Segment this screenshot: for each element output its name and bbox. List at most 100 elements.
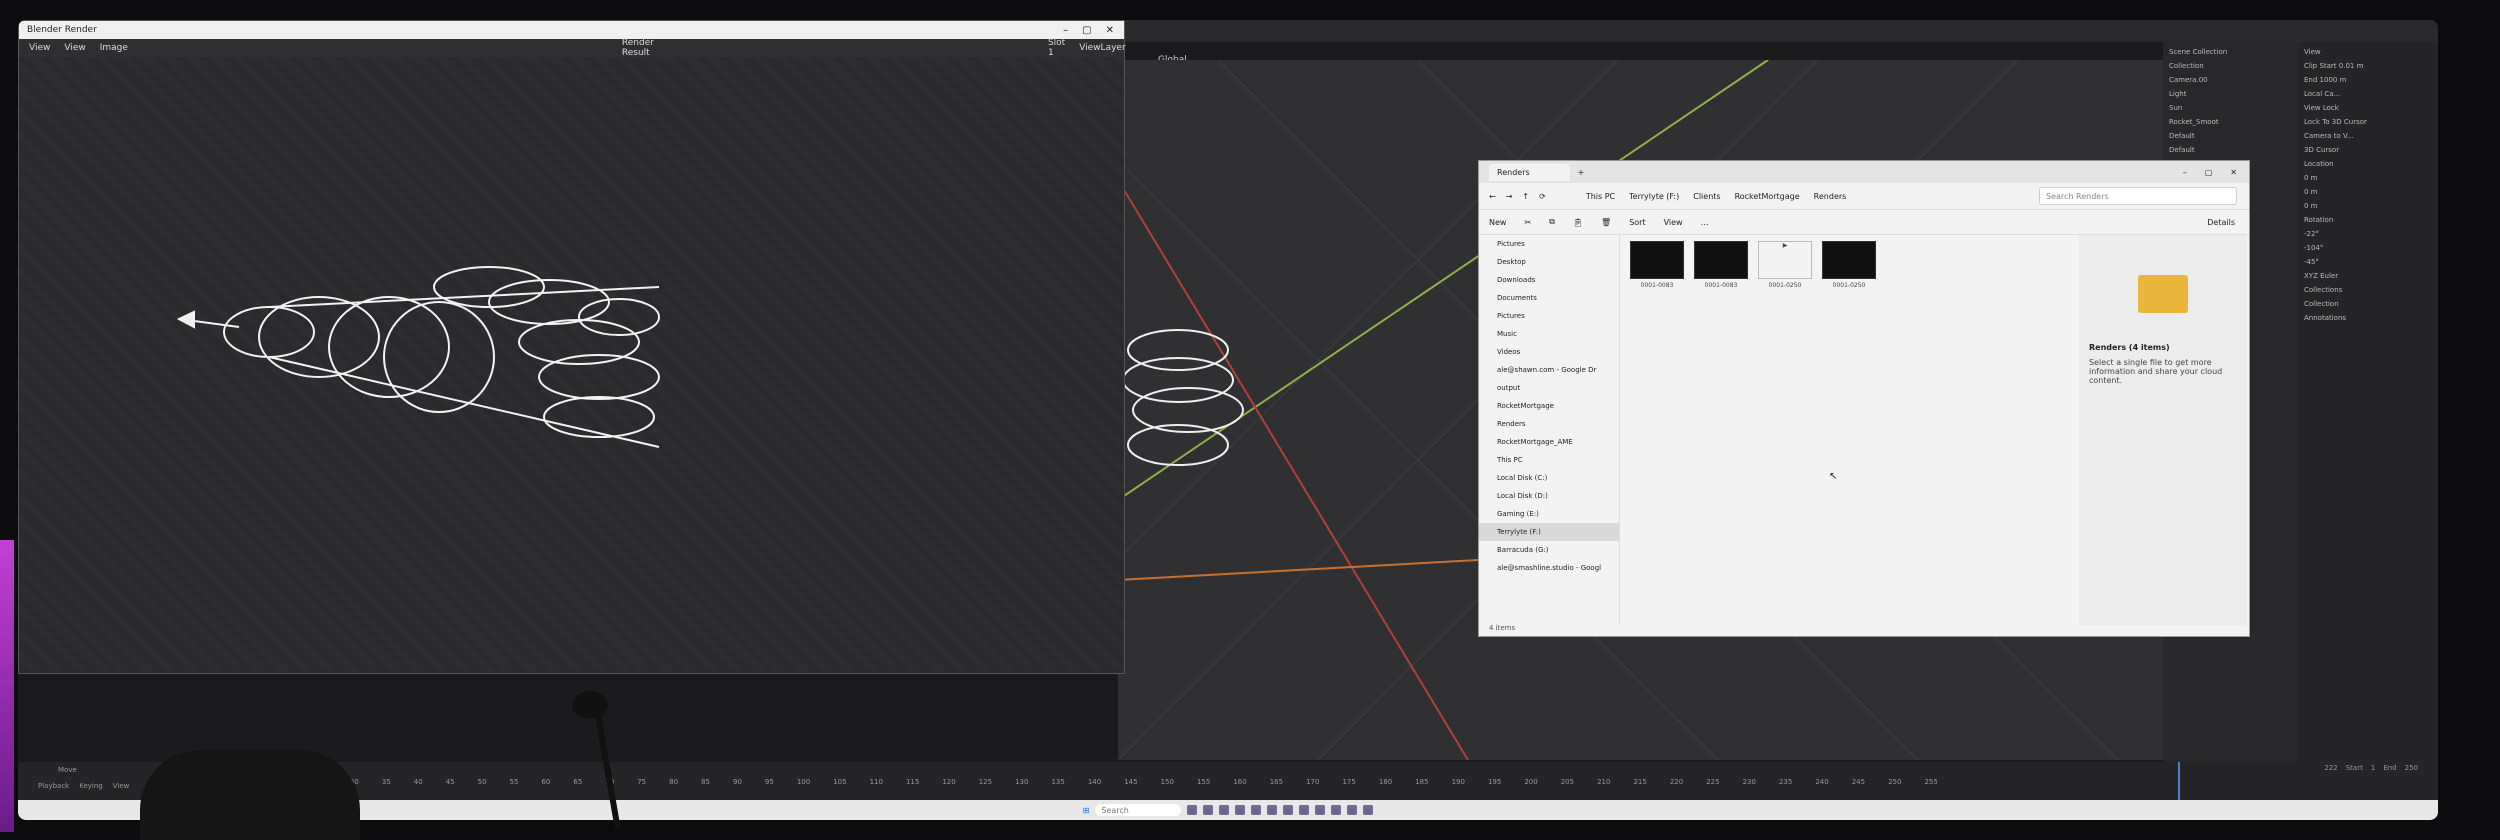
outliner-item[interactable]: Default xyxy=(2169,146,2292,154)
section-annotations[interactable]: Annotations xyxy=(2304,314,2432,322)
back-icon[interactable]: ← xyxy=(1489,192,1496,201)
minimize-icon[interactable]: – xyxy=(2183,168,2187,177)
clip-end-row[interactable]: End 1000 m xyxy=(2304,76,2432,84)
file-item[interactable]: 0001-0083 xyxy=(1629,241,1685,289)
camera-to-view[interactable]: Camera to V... xyxy=(2304,132,2432,140)
file-item[interactable]: 0001-0250 xyxy=(1821,241,1877,289)
app-icon[interactable] xyxy=(1347,805,1358,815)
nav-item[interactable]: ale@smashline.studio - Googl xyxy=(1479,559,1619,577)
taskbar-search[interactable]: Search xyxy=(1095,804,1182,816)
refresh-icon[interactable]: ⟳ xyxy=(1539,192,1546,201)
forward-icon[interactable]: → xyxy=(1506,192,1513,201)
new-button[interactable]: New xyxy=(1489,218,1506,227)
render-result-canvas[interactable] xyxy=(19,57,1124,671)
rot-y[interactable]: -104° xyxy=(2304,244,2432,252)
section-collections[interactable]: Collections xyxy=(2304,286,2432,294)
nav-item[interactable]: Documents xyxy=(1479,289,1619,307)
maximize-icon[interactable]: ▢ xyxy=(1082,25,1091,36)
euler-select[interactable]: XYZ Euler xyxy=(2304,272,2432,280)
explorer-tab[interactable]: Renders xyxy=(1489,163,1570,181)
nav-item[interactable]: This PC xyxy=(1479,451,1619,469)
collection-row[interactable]: Collection xyxy=(2304,300,2432,308)
app-icon[interactable] xyxy=(1363,805,1374,815)
new-tab-icon[interactable]: + xyxy=(1578,168,1585,177)
more-icon[interactable]: … xyxy=(1701,218,1709,227)
copy-icon[interactable]: ⧉ xyxy=(1549,217,1555,227)
nav-item[interactable]: RocketMortgage xyxy=(1479,397,1619,415)
rot-z[interactable]: -45° xyxy=(2304,258,2432,266)
crumb[interactable]: RocketMortgage xyxy=(1735,192,1800,201)
nav-item[interactable]: Videos xyxy=(1479,343,1619,361)
minimize-icon[interactable]: – xyxy=(1063,25,1068,36)
cursor-z[interactable]: 0 m xyxy=(2304,202,2432,210)
outliner-item[interactable]: Camera.00 xyxy=(2169,76,2292,84)
nav-item[interactable]: Local Disk (D:) xyxy=(1479,487,1619,505)
app-icon[interactable] xyxy=(1251,805,1262,815)
end-frame[interactable]: 250 xyxy=(2405,764,2418,772)
app-icon[interactable] xyxy=(1235,805,1246,815)
current-frame[interactable]: 222 xyxy=(2324,764,2337,772)
delete-icon[interactable]: 🗑︎ xyxy=(1601,218,1611,227)
playhead[interactable] xyxy=(2178,762,2180,802)
menu-playback[interactable]: Playback xyxy=(38,782,69,790)
menu-view[interactable]: View xyxy=(113,782,130,790)
slot-selector[interactable]: Slot 1 xyxy=(1048,38,1065,58)
search-input[interactable]: Search Renders xyxy=(2039,187,2237,205)
outliner-item[interactable]: Default xyxy=(2169,132,2292,140)
app-icon[interactable] xyxy=(1315,805,1326,815)
sort-button[interactable]: Sort xyxy=(1629,218,1645,227)
image-selector[interactable]: Render Result xyxy=(622,38,654,58)
app-icon[interactable] xyxy=(1331,805,1342,815)
crumb[interactable]: Clients xyxy=(1693,192,1720,201)
section-view-lock[interactable]: View Lock xyxy=(2304,104,2432,112)
view-button[interactable]: View xyxy=(1664,218,1683,227)
local-camera[interactable]: Local Ca... xyxy=(2304,90,2432,98)
menu-keying[interactable]: Keying xyxy=(79,782,103,790)
close-icon[interactable]: ✕ xyxy=(2230,168,2237,177)
nav-item-selected[interactable]: Terrylyte (F:) xyxy=(1479,523,1619,541)
nav-item[interactable]: Desktop xyxy=(1479,253,1619,271)
nav-item[interactable]: Gaming (E:) xyxy=(1479,505,1619,523)
rot-x[interactable]: -22° xyxy=(2304,230,2432,238)
outliner-item[interactable]: Sun xyxy=(2169,104,2292,112)
nav-item[interactable]: RocketMortgage_AME xyxy=(1479,433,1619,451)
cut-icon[interactable]: ✂ xyxy=(1524,218,1531,227)
cursor-x[interactable]: 0 m xyxy=(2304,174,2432,182)
menu-image[interactable]: Image xyxy=(100,43,128,53)
outliner-item[interactable]: Scene Collection xyxy=(2169,48,2292,56)
nav-item[interactable]: Local Disk (C:) xyxy=(1479,469,1619,487)
app-icon[interactable] xyxy=(1203,805,1214,815)
file-item[interactable]: ▶ 0001-0250 xyxy=(1757,241,1813,289)
paste-icon[interactable]: 📋︎ xyxy=(1573,218,1583,227)
nav-item[interactable]: Downloads xyxy=(1479,271,1619,289)
outliner-item[interactable]: Collection xyxy=(2169,62,2292,70)
nav-item[interactable]: ale@shawn.com - Google Dr xyxy=(1479,361,1619,379)
nav-item[interactable]: Barracuda (G:) xyxy=(1479,541,1619,559)
close-icon[interactable]: ✕ xyxy=(1106,25,1114,36)
nav-item[interactable]: Renders xyxy=(1479,415,1619,433)
outliner-item[interactable]: Rocket_Smoot xyxy=(2169,118,2292,126)
maximize-icon[interactable]: ▢ xyxy=(2205,168,2213,177)
app-icon[interactable] xyxy=(1283,805,1294,815)
file-item[interactable]: 0001-0083 xyxy=(1693,241,1749,289)
app-icon[interactable] xyxy=(1299,805,1310,815)
nav-item[interactable]: output xyxy=(1479,379,1619,397)
start-frame[interactable]: 1 xyxy=(2371,764,2375,772)
layer-selector[interactable]: ViewLayer xyxy=(1079,43,1125,53)
nav-item[interactable]: Pictures xyxy=(1479,307,1619,325)
section-view[interactable]: View xyxy=(2304,48,2432,56)
crumb[interactable]: Renders xyxy=(1814,192,1847,201)
crumb[interactable]: This PC xyxy=(1586,192,1615,201)
outliner-item[interactable]: Light xyxy=(2169,90,2292,98)
section-3d-cursor[interactable]: 3D Cursor xyxy=(2304,146,2432,154)
menu-view-2[interactable]: View xyxy=(64,43,85,53)
nav-item[interactable]: Pictures xyxy=(1479,235,1619,253)
nav-item[interactable]: Music xyxy=(1479,325,1619,343)
app-icon[interactable] xyxy=(1267,805,1278,815)
timeline[interactable]: Move Playback Keying View 2530 3540 4550… xyxy=(18,762,2438,802)
app-icon[interactable] xyxy=(1219,805,1230,815)
app-icon[interactable] xyxy=(1187,805,1198,815)
windows-start-icon[interactable]: ⊞ xyxy=(1083,806,1090,815)
up-icon[interactable]: ↑ xyxy=(1522,192,1529,201)
cursor-y[interactable]: 0 m xyxy=(2304,188,2432,196)
